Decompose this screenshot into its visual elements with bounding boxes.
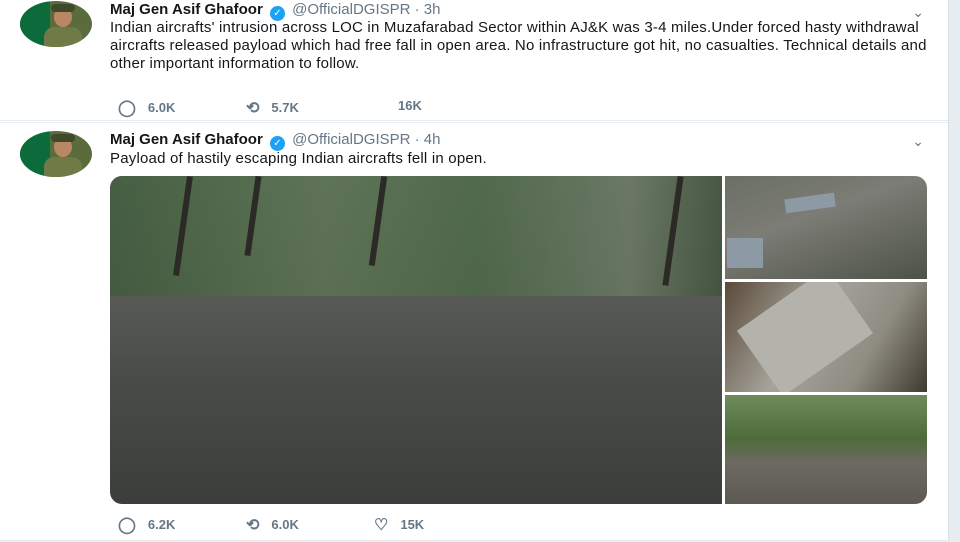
retweet-button[interactable]: ⟲ 6.0K — [246, 515, 299, 535]
scrollbar[interactable] — [948, 0, 960, 540]
like-button[interactable]: ♡ 15K — [374, 515, 424, 535]
separator-dot: · — [414, 1, 420, 18]
author-name[interactable]: Maj Gen Asif Ghafoor — [110, 131, 263, 148]
tweet[interactable]: Maj Gen Asif Ghafoor ✓ @OfficialDGISPR ·… — [0, 122, 948, 542]
tweet-text: Payload of hastily escaping Indian aircr… — [110, 150, 487, 167]
retweet-button[interactable]: ⟲ 5.7K — [246, 98, 299, 118]
reply-button[interactable]: ◯ 6.0K — [118, 98, 175, 118]
reply-count: 6.0K — [147, 100, 176, 115]
tweet-time[interactable]: 4h — [424, 131, 441, 148]
retweet-count: 6.0K — [271, 517, 299, 532]
avatar[interactable] — [20, 1, 92, 47]
tweet-photo-main[interactable] — [110, 176, 722, 504]
tweet-photo-4[interactable] — [725, 395, 927, 504]
heart-icon: ♡ — [374, 517, 389, 534]
like-count: 16K — [398, 98, 422, 113]
author-handle[interactable]: @OfficialDGISPR — [292, 131, 410, 148]
retweet-count: 5.7K — [271, 100, 299, 115]
like-button[interactable]: 16K — [398, 98, 422, 113]
tweet-photo-3[interactable] — [725, 282, 927, 392]
reply-icon: ◯ — [118, 517, 136, 534]
author-name[interactable]: Maj Gen Asif Ghafoor — [110, 1, 263, 18]
verified-badge-icon: ✓ — [269, 136, 285, 151]
tweet-time[interactable]: 3h — [424, 1, 441, 18]
reply-button[interactable]: ◯ 6.2K — [118, 515, 175, 535]
reply-count: 6.2K — [147, 517, 176, 532]
author-handle[interactable]: @OfficialDGISPR — [292, 1, 410, 18]
chevron-down-icon[interactable]: ⌄ — [912, 133, 924, 150]
avatar[interactable] — [20, 131, 92, 177]
reply-icon: ◯ — [118, 100, 136, 117]
like-count: 15K — [400, 517, 425, 532]
tweet[interactable]: Maj Gen Asif Ghafoor ✓ @OfficialDGISPR ·… — [0, 0, 948, 121]
retweet-icon: ⟲ — [246, 100, 260, 117]
retweet-icon: ⟲ — [246, 517, 260, 534]
timeline-feed: Maj Gen Asif Ghafoor ✓ @OfficialDGISPR ·… — [0, 0, 948, 542]
tweet-photo-2[interactable] — [725, 176, 927, 279]
separator-dot: · — [414, 131, 420, 148]
tweet-header: Maj Gen Asif Ghafoor ✓ @OfficialDGISPR ·… — [110, 131, 440, 151]
tweet-text: Indian aircrafts' intrusion across LOC i… — [110, 19, 927, 72]
tweet-header: Maj Gen Asif Ghafoor ✓ @OfficialDGISPR ·… — [110, 1, 440, 21]
